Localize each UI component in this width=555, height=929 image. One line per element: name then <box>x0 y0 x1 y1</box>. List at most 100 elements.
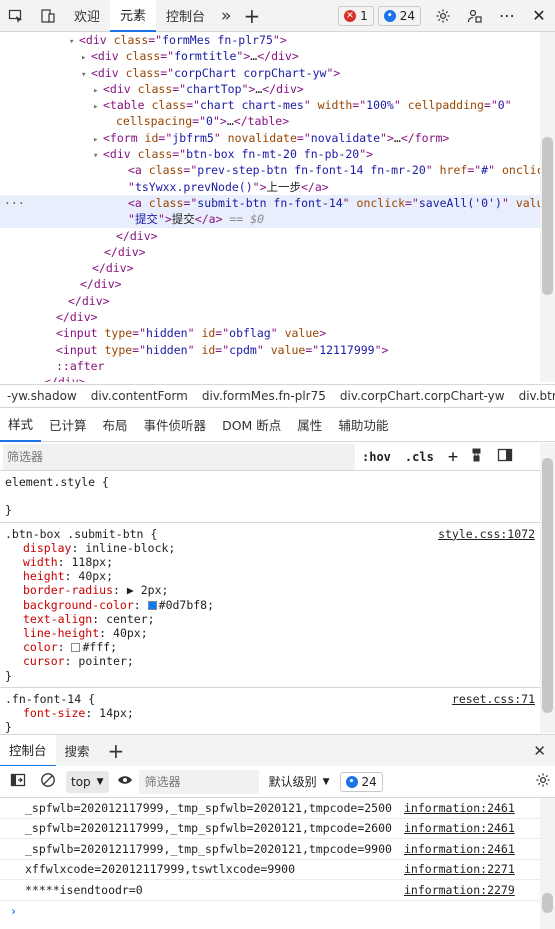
inspect-element-icon[interactable] <box>0 0 32 32</box>
class-toggle-button[interactable]: .cls <box>398 450 441 464</box>
more-options-icon[interactable]: ⋯ <box>491 0 523 32</box>
style-property[interactable]: line-height: 40px; <box>5 626 535 640</box>
style-property[interactable]: display: inline-block; <box>5 541 535 555</box>
tab-elements[interactable]: 元素 <box>110 0 157 32</box>
style-property[interactable]: height: 40px; <box>5 569 535 583</box>
console-output[interactable]: _spfwlb=202012117999,_tmp_spfwlb=2020121… <box>0 798 540 929</box>
property-name[interactable]: height <box>23 569 65 583</box>
styles-tab[interactable]: 已计算 <box>41 408 95 442</box>
property-value[interactable]: #fff; <box>82 640 117 654</box>
rule-selector[interactable]: .fn-font-14 { <box>5 692 95 706</box>
dom-node-line[interactable]: "tsYwxx.prevNode()">上一步</a> <box>0 179 540 195</box>
property-name[interactable]: width <box>23 555 58 569</box>
property-name[interactable]: display <box>23 541 71 555</box>
rule-selector[interactable]: .btn-box .submit-btn { <box>5 527 157 541</box>
styles-tab[interactable]: DOM 断点 <box>214 408 289 442</box>
property-value[interactable]: ▶ 2px; <box>127 583 169 597</box>
console-source-link[interactable]: information:2461 <box>404 801 515 815</box>
style-property[interactable]: border-radius: ▶ 2px; <box>5 583 535 597</box>
property-name[interactable]: background-color <box>23 598 134 612</box>
dom-node-line[interactable]: ▸ <form id="jbfrm5" novalidate="novalidat… <box>0 130 540 146</box>
device-toolbar-icon[interactable] <box>32 0 64 32</box>
scroll-thumb[interactable] <box>542 893 553 913</box>
style-property[interactable]: width: 118px; <box>5 555 535 569</box>
add-tab-button[interactable]: + <box>237 0 266 32</box>
console-source-link[interactable]: information:2279 <box>404 883 515 897</box>
toggle-sidebar-icon[interactable] <box>497 447 513 466</box>
console-sidebar-icon[interactable] <box>10 772 26 791</box>
property-value[interactable]: #0d7bf8; <box>159 598 214 612</box>
dom-node-line[interactable]: ::after <box>0 358 540 374</box>
new-style-rule-icon[interactable]: + <box>441 447 465 467</box>
drawer-tab-search[interactable]: 搜索 <box>56 735 99 767</box>
dom-node-line[interactable]: ▾ <div class="corpChart corpChart-yw"> <box>0 65 540 81</box>
style-property[interactable]: cursor: pointer; <box>5 654 535 668</box>
dom-node-line[interactable]: </div> <box>0 374 540 382</box>
console-filter-input[interactable] <box>138 769 259 794</box>
dom-node-line[interactable]: ··· <a class="submit-btn fn-font-14" oncl… <box>0 194 540 212</box>
console-source-link[interactable]: information:2271 <box>404 862 515 876</box>
styles-filter-input[interactable] <box>3 443 355 470</box>
scroll-thumb[interactable] <box>542 458 553 713</box>
dom-node-line[interactable]: <input type="hidden" id="cpdm" value="12… <box>0 342 540 358</box>
computed-styles-icon[interactable] <box>469 447 485 466</box>
styles-tab[interactable]: 布局 <box>95 408 136 442</box>
property-name[interactable]: text-align <box>23 612 92 626</box>
breadcrumb-item[interactable]: div.btn- <box>512 389 555 403</box>
styles-tab[interactable]: 属性 <box>289 408 330 442</box>
style-property[interactable]: color: #fff; <box>5 640 535 654</box>
drawer-tab-console[interactable]: 控制台 <box>0 734 56 767</box>
color-swatch[interactable] <box>71 643 81 653</box>
dom-node-line[interactable]: cellspacing="0">…</table> <box>0 113 540 129</box>
dom-node-line[interactable]: </div> <box>0 276 540 292</box>
style-property[interactable]: font-size: 14px; <box>5 706 535 720</box>
dom-node-line[interactable]: ▸ <div class="chartTop">…</div> <box>0 81 540 97</box>
property-value[interactable]: 118px; <box>71 555 113 569</box>
property-value[interactable]: 40px; <box>113 626 148 640</box>
property-value[interactable]: 14px; <box>99 706 134 720</box>
dom-node-line[interactable]: ▸ <div class="formtitle">…</div> <box>0 48 540 64</box>
dom-node-line[interactable]: ▸ <table class="chart chart-mes" width="1… <box>0 97 540 113</box>
more-tabs-button[interactable]: » <box>215 0 237 32</box>
close-devtools-icon[interactable]: ✕ <box>523 0 555 32</box>
rule-source-link[interactable]: reset.css:71 <box>452 692 535 706</box>
styles-scrollbar[interactable] <box>540 443 555 733</box>
console-source-link[interactable]: information:2461 <box>404 821 515 835</box>
property-name[interactable]: border-radius <box>23 583 113 597</box>
property-value[interactable]: 40px; <box>78 569 113 583</box>
property-name[interactable]: color <box>23 640 58 654</box>
tab-console[interactable]: 控制台 <box>156 0 215 32</box>
breadcrumb-item[interactable]: div.corpChart.corpChart-yw <box>333 389 512 403</box>
drawer-add-tab-button[interactable]: + <box>99 735 134 767</box>
styles-tab[interactable]: 辅助功能 <box>330 408 396 442</box>
rule-source-link[interactable]: style.css:1072 <box>438 527 535 541</box>
dom-node-line[interactable]: </div> <box>0 244 540 260</box>
dom-node-line[interactable]: </div> <box>0 293 540 309</box>
color-swatch[interactable] <box>147 600 157 610</box>
dom-node-line[interactable]: <input type="hidden" id="obflag" value> <box>0 325 540 341</box>
tab-welcome[interactable]: 欢迎 <box>64 0 110 32</box>
property-name[interactable]: cursor <box>23 654 65 668</box>
connect-devices-icon[interactable] <box>459 0 491 32</box>
breadcrumb-item[interactable]: div.formMes.fn-plr75 <box>195 389 333 403</box>
dom-tree[interactable]: ▾ <div class="formMes fn-plr75"> ▸ <div cla… <box>0 32 540 382</box>
messages-badge[interactable]: • 24 <box>377 5 421 26</box>
dom-node-line[interactable]: </div> <box>0 309 540 325</box>
dom-node-line[interactable]: ▾ <div class="formMes fn-plr75"> <box>0 32 540 48</box>
styles-tab[interactable]: 样式 <box>0 408 42 442</box>
settings-gear-icon[interactable] <box>427 0 459 32</box>
property-name[interactable]: font-size <box>23 706 85 720</box>
property-value[interactable]: pointer; <box>78 654 133 668</box>
breadcrumb-item[interactable]: -yw.shadow <box>0 389 84 403</box>
hover-state-button[interactable]: :hov <box>355 450 398 464</box>
log-level-selector[interactable]: 默认级别 ▼ <box>269 773 330 790</box>
breadcrumb-item[interactable]: div.contentForm <box>84 389 195 403</box>
close-drawer-icon[interactable]: ✕ <box>524 735 555 767</box>
dom-node-line[interactable]: ▾ <div class="btn-box fn-mt-20 fn-pb-20"> <box>0 146 540 162</box>
dom-node-line[interactable]: </div> <box>0 260 540 276</box>
console-prompt[interactable]: › <box>0 901 540 921</box>
console-source-link[interactable]: information:2461 <box>404 842 515 856</box>
errors-badge[interactable]: ✕ 1 <box>338 5 374 26</box>
dom-tree-scrollbar[interactable] <box>540 32 555 382</box>
context-selector[interactable]: top ▼ <box>66 770 109 793</box>
